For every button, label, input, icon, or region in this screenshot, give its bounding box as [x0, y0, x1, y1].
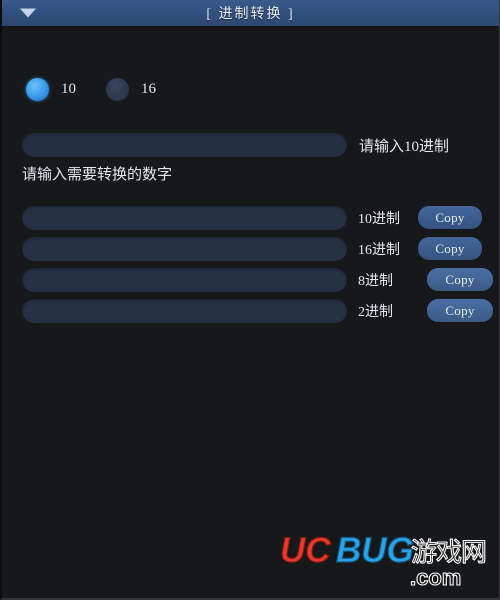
watermark-bug-text: BUG — [336, 531, 414, 570]
result-label-binary: 2进制 — [358, 304, 393, 320]
radio-label-10: 10 — [61, 81, 76, 97]
result-label-decimal: 10进制 — [358, 211, 400, 227]
title-bar: [ 进制转换 ] — [2, 0, 499, 27]
watermark-logo: UC BUG 游戏网 .com — [279, 530, 487, 590]
window-title: [ 进制转换 ] — [206, 7, 295, 22]
result-field-hex[interactable] — [22, 236, 347, 261]
copy-button-decimal[interactable]: Copy — [418, 206, 482, 229]
result-row-binary: 2进制 Copy — [2, 295, 499, 326]
copy-button-hex[interactable]: Copy — [418, 237, 482, 260]
watermark-com-text: .com — [410, 565, 461, 590]
result-field-octal[interactable] — [22, 267, 347, 292]
result-row-decimal: 10进制 Copy — [2, 202, 499, 233]
input-hint-text: 请输入需要转换的数字 — [22, 167, 173, 183]
result-row-octal: 8进制 Copy — [2, 264, 499, 295]
radio-option-10[interactable]: 10 — [26, 78, 106, 101]
copy-button-octal[interactable]: Copy — [427, 268, 493, 291]
base-selector: 10 16 — [26, 78, 186, 101]
result-field-binary[interactable] — [22, 298, 347, 323]
watermark-uc-text: UC — [280, 531, 331, 570]
number-input-row: 请输入10进制 — [22, 133, 449, 157]
number-input[interactable] — [22, 133, 347, 157]
radio-label-16: 16 — [141, 81, 156, 97]
result-row-hex: 16进制 Copy — [2, 233, 499, 264]
chevron-down-icon[interactable] — [20, 8, 36, 18]
result-label-octal: 8进制 — [358, 273, 393, 289]
copy-button-binary[interactable]: Copy — [427, 299, 493, 322]
radio-icon-selected[interactable] — [26, 78, 49, 101]
radio-option-16[interactable]: 16 — [106, 78, 186, 101]
watermark-cn-text: 游戏网 — [411, 538, 486, 568]
window-content: 10 16 请输入10进制 请输入需要转换的数字 10进制 Copy 16进制 — [2, 27, 499, 598]
radio-icon-unselected[interactable] — [106, 78, 129, 101]
application-window: [ 进制转换 ] 10 16 请输入10进制 请输入需要转换的数字 10进制 C… — [0, 0, 500, 600]
result-field-decimal[interactable] — [22, 205, 347, 230]
result-label-hex: 16进制 — [358, 242, 400, 258]
results-list: 10进制 Copy 16进制 Copy 8进制 Copy 2进制 Copy — [2, 202, 499, 326]
number-input-label: 请输入10进制 — [359, 138, 450, 155]
